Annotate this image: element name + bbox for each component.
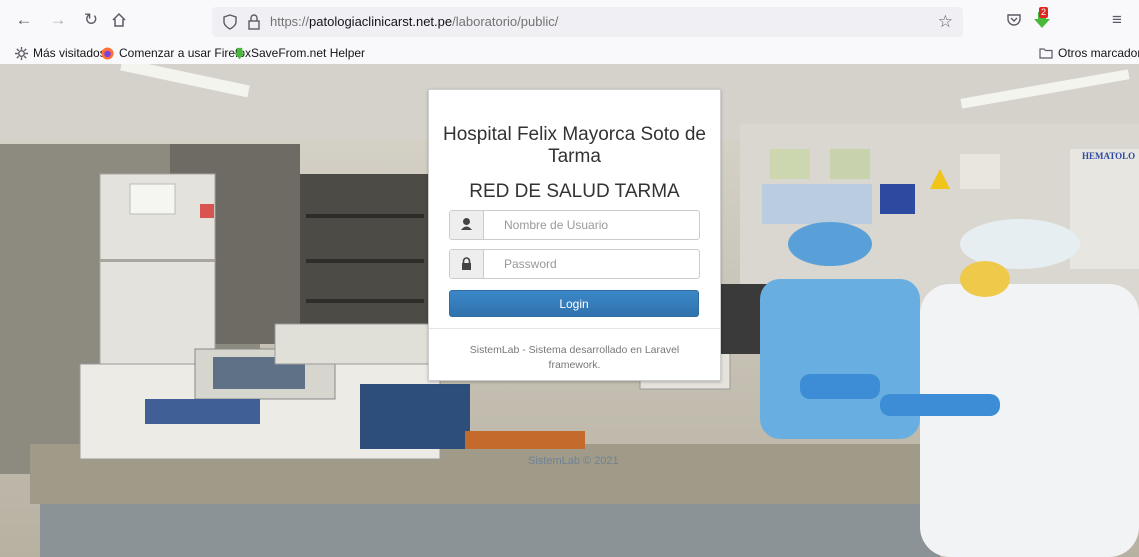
login-button[interactable]: Login bbox=[449, 290, 699, 317]
password-group bbox=[449, 249, 709, 279]
divider bbox=[429, 328, 720, 329]
bookmark-most-visited[interactable]: Más visitados bbox=[15, 42, 106, 64]
lock-icon[interactable] bbox=[246, 13, 262, 31]
network-subtitle: RED DE SALUD TARMA bbox=[469, 181, 680, 202]
bookmark-other-folder[interactable]: Otros marcadores bbox=[1039, 42, 1139, 64]
savefrom-extension-icon[interactable]: 2 bbox=[1031, 7, 1053, 31]
tracking-shield-icon[interactable] bbox=[222, 14, 238, 30]
copyright-text: SistemLab © 2021 bbox=[528, 455, 619, 467]
gear-icon bbox=[15, 46, 28, 60]
bookmark-savefrom[interactable]: SaveFrom.net Helper bbox=[233, 42, 365, 64]
bookmark-star-icon[interactable]: ☆ bbox=[938, 12, 953, 32]
bookmark-label: Otros marcadores bbox=[1058, 46, 1139, 60]
reload-icon[interactable]: ↻ bbox=[80, 9, 102, 31]
hospital-title: Hospital Felix Mayorca Soto de Tarma bbox=[443, 124, 706, 167]
login-box: Hospital Felix Mayorca Soto de Tarma RED… bbox=[428, 89, 721, 381]
bookmark-getting-started[interactable]: Comenzar a usar Firefox bbox=[101, 42, 251, 64]
address-bar[interactable]: https://patologiaclinicarst.net.pe/labor… bbox=[212, 7, 963, 37]
home-icon[interactable] bbox=[108, 9, 130, 31]
back-icon[interactable]: ← bbox=[13, 9, 35, 31]
menu-icon[interactable]: ≡ bbox=[1106, 9, 1128, 31]
notification-badge: 2 bbox=[1039, 7, 1049, 18]
footer-text: SistemLab - Sistema desarrollado en Lara… bbox=[469, 344, 680, 371]
url-text[interactable]: https://patologiaclinicarst.net.pe/labor… bbox=[270, 7, 558, 37]
password-input[interactable] bbox=[484, 250, 709, 278]
user-icon bbox=[450, 211, 484, 239]
savefrom-icon bbox=[233, 47, 246, 59]
folder-icon bbox=[1039, 48, 1053, 59]
bookmark-label: SaveFrom.net Helper bbox=[251, 46, 366, 60]
username-input[interactable] bbox=[484, 211, 709, 239]
bookmarks-bar: Más visitados Comenzar a usar Firefox Sa… bbox=[0, 42, 1139, 64]
hematologia-sign: HEMATOLO bbox=[1082, 151, 1135, 161]
pocket-icon[interactable] bbox=[1003, 9, 1025, 31]
lock-icon bbox=[450, 250, 484, 278]
bookmark-label: Comenzar a usar Firefox bbox=[119, 46, 252, 60]
username-group bbox=[449, 210, 709, 240]
firefox-icon bbox=[101, 46, 114, 60]
forward-icon[interactable]: → bbox=[47, 9, 69, 31]
browser-toolbar: ← → ↻ https://patologiaclinicarst.net.pe… bbox=[0, 0, 1139, 42]
bookmark-label: Más visitados bbox=[33, 46, 106, 60]
